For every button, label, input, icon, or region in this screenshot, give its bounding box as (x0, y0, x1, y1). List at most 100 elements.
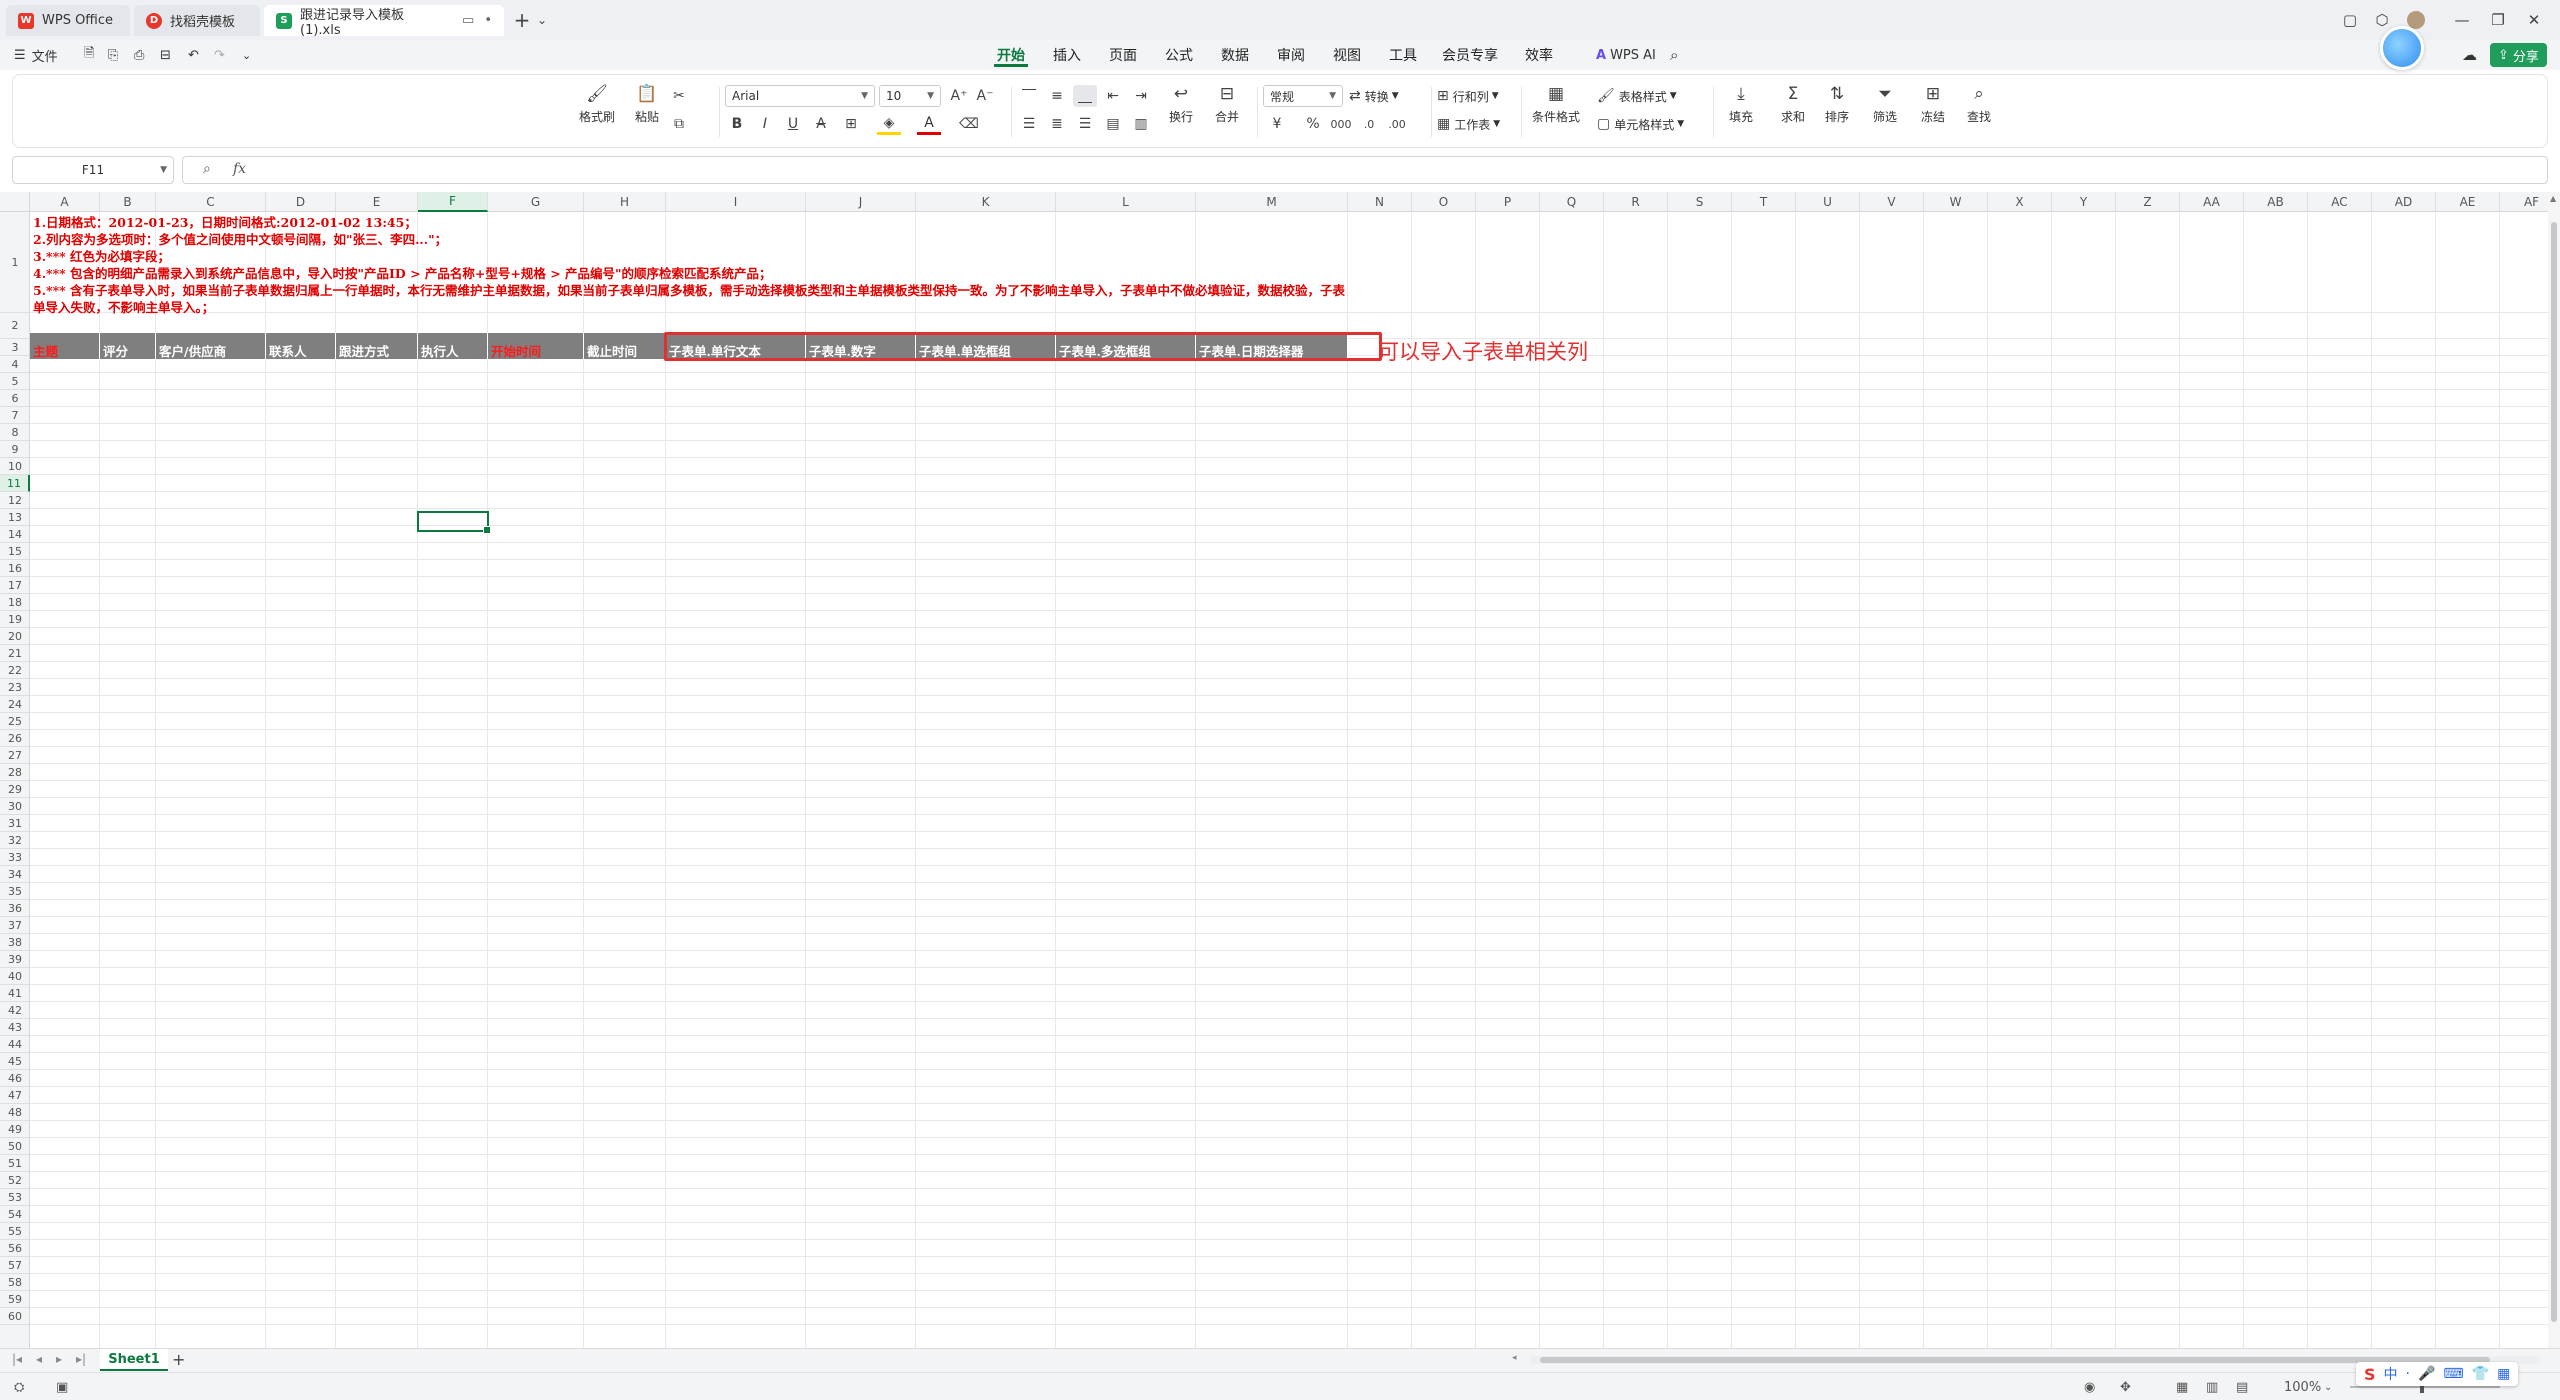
last-sheet-icon[interactable]: ▸| (76, 1352, 86, 1366)
row-header-12[interactable]: 12 (0, 492, 30, 509)
header-cell[interactable]: 客户/供应商 (156, 333, 266, 359)
first-sheet-icon[interactable]: |◂ (12, 1352, 22, 1366)
distribute-icon[interactable]: ▥ (1129, 113, 1153, 135)
wrap-text-button[interactable]: ↩ 换行 (1161, 83, 1201, 125)
row-header-43[interactable]: 43 (0, 1019, 30, 1036)
row-header-20[interactable]: 20 (0, 628, 30, 645)
row-header-13[interactable]: 13 (0, 509, 30, 526)
column-header-ad[interactable]: AD (2372, 192, 2436, 212)
row-header-51[interactable]: 51 (0, 1155, 30, 1172)
column-header-ae[interactable]: AE (2436, 192, 2500, 212)
row-header-10[interactable]: 10 (0, 458, 30, 475)
merge-button[interactable]: ⊟ 合并 (1205, 83, 1249, 125)
header-cell[interactable]: 执行人 (418, 333, 488, 359)
column-header-r[interactable]: R (1604, 192, 1668, 212)
strikethrough-icon[interactable]: A (809, 113, 833, 135)
row-header-31[interactable]: 31 (0, 815, 30, 832)
freeze-button[interactable]: ⊞ 冻结 (1911, 83, 1955, 125)
spreadsheet-grid[interactable]: A B C D E F G H I J K L M N O P Q R S T U V W X Y Z AA AB AC AD AE AF 1… (0, 192, 2548, 1348)
row-header-56[interactable]: 56 (0, 1240, 30, 1257)
indent-increase-icon[interactable]: ⇥ (1129, 85, 1153, 107)
row-header-47[interactable]: 47 (0, 1087, 30, 1104)
rows-cols-button[interactable]: ⊞ 行和列 ▼ (1437, 85, 1499, 107)
row-header-18[interactable]: 18 (0, 594, 30, 611)
align-bottom-icon[interactable]: ⎽ (1073, 85, 1097, 107)
column-header-p[interactable]: P (1476, 192, 1540, 212)
search-icon[interactable]: ⌕ (1670, 45, 1678, 65)
align-top-icon[interactable]: ⎺ (1017, 85, 1041, 107)
scroll-left-icon[interactable]: ◂ (1512, 1353, 1517, 1363)
row-header-58[interactable]: 58 (0, 1274, 30, 1291)
column-header-y[interactable]: Y (2052, 192, 2116, 212)
tab-spreadsheet[interactable]: S 跟进记录导入模板 (1).xls ▭ • (264, 5, 504, 38)
header-cell[interactable]: 跟进方式 (336, 333, 418, 359)
save-icon[interactable]: 🗎 (84, 45, 94, 65)
zoom-chevron-icon[interactable]: ⌄ (2324, 1378, 2332, 1396)
tab-view[interactable]: 视图 (1330, 45, 1364, 67)
row-header-34[interactable]: 34 (0, 866, 30, 883)
header-cell[interactable]: 主题 (30, 333, 100, 359)
undo-icon[interactable]: ↶ (188, 45, 199, 65)
row-header-1[interactable]: 1 (0, 212, 30, 313)
clear-format-icon[interactable]: ⌫ (957, 113, 981, 135)
row-header-16[interactable]: 16 (0, 560, 30, 577)
column-header-c[interactable]: C (156, 192, 266, 212)
column-header-u[interactable]: U (1796, 192, 1860, 212)
percent-icon[interactable]: % (1301, 113, 1325, 135)
column-header-d[interactable]: D (266, 192, 336, 212)
navigation-icon[interactable]: ✥ (2120, 1378, 2131, 1396)
row-header-14[interactable]: 14 (0, 526, 30, 543)
add-sheet-icon[interactable]: + (172, 1350, 185, 1369)
column-header-f[interactable]: F (418, 192, 488, 212)
row-header-28[interactable]: 28 (0, 764, 30, 781)
row-header-6[interactable]: 6 (0, 390, 30, 407)
border-icon[interactable]: ⊞ (839, 113, 863, 135)
align-right-icon[interactable]: ☰ (1073, 113, 1097, 135)
quick-access-chevron-icon[interactable]: ⌄ (242, 45, 251, 65)
horizontal-scroll-thumb[interactable] (1540, 1357, 2490, 1363)
copy-icon[interactable]: ⧉ (667, 113, 691, 135)
convert-button[interactable]: ⇄ 转换 ▼ (1349, 85, 1399, 107)
ime-toolbar[interactable]: S 中 · 🎤 ⌨ 👕 ▦ (2356, 1362, 2519, 1386)
row-header-55[interactable]: 55 (0, 1223, 30, 1240)
row-header-24[interactable]: 24 (0, 696, 30, 713)
currency-icon[interactable]: ¥ (1265, 113, 1289, 135)
decrease-decimal-icon[interactable]: .00 (1385, 113, 1409, 135)
column-header-x[interactable]: X (1988, 192, 2052, 212)
fill-button[interactable]: ⤓ 填充 (1719, 83, 1763, 125)
row-header-54[interactable]: 54 (0, 1206, 30, 1223)
column-header-i[interactable]: I (666, 192, 806, 212)
font-name-select[interactable]: Arial ▼ (725, 85, 875, 107)
column-header-h[interactable]: H (584, 192, 666, 212)
row-header-52[interactable]: 52 (0, 1172, 30, 1189)
row-header-8[interactable]: 8 (0, 424, 30, 441)
row-header-25[interactable]: 25 (0, 713, 30, 730)
name-box[interactable]: F11 ▼ (12, 156, 174, 184)
row-header-48[interactable]: 48 (0, 1104, 30, 1121)
row-header-45[interactable]: 45 (0, 1053, 30, 1070)
font-size-select[interactable]: 10 ▼ (879, 85, 941, 107)
row-header-57[interactable]: 57 (0, 1257, 30, 1274)
row-header-37[interactable]: 37 (0, 917, 30, 934)
row-header-22[interactable]: 22 (0, 662, 30, 679)
row-header-15[interactable]: 15 (0, 543, 30, 560)
column-header-q[interactable]: Q (1540, 192, 1604, 212)
row-header-2[interactable]: 2 (0, 313, 30, 339)
wps-ai-button[interactable]: A WPS AI (1596, 45, 1656, 65)
row-header-9[interactable]: 9 (0, 441, 30, 458)
row-header-38[interactable]: 38 (0, 934, 30, 951)
tab-list-chevron-icon[interactable]: ⌄ (530, 8, 554, 32)
column-header-z[interactable]: Z (2116, 192, 2180, 212)
ime-keyboard-icon[interactable]: ⌨ (2443, 1366, 2463, 1382)
row-header-11[interactable]: 11 (0, 475, 30, 492)
thousands-icon[interactable]: 000 (1329, 113, 1353, 135)
italic-icon[interactable]: I (753, 113, 777, 135)
format-painter-button[interactable]: 🖌 格式刷 (573, 83, 621, 125)
row-header-35[interactable]: 35 (0, 883, 30, 900)
tab-dot-icon[interactable]: • (484, 13, 492, 28)
row-header-41[interactable]: 41 (0, 985, 30, 1002)
row-header-49[interactable]: 49 (0, 1121, 30, 1138)
font-color-icon[interactable]: A (917, 113, 941, 135)
row-header-26[interactable]: 26 (0, 730, 30, 747)
bold-icon[interactable]: B (725, 113, 749, 135)
